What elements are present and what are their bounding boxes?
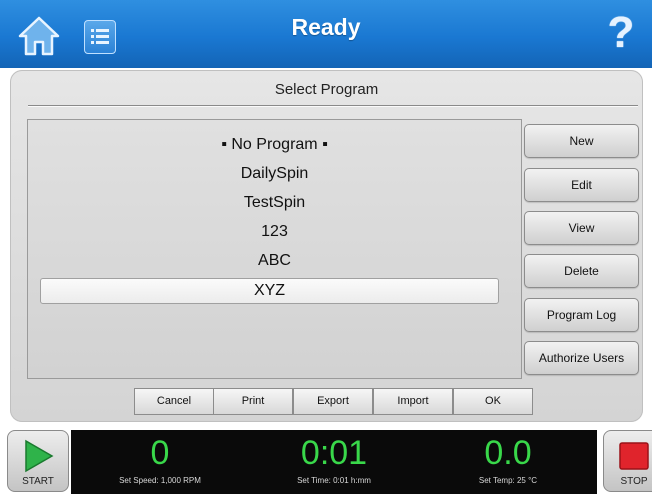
- start-label: START: [22, 476, 54, 487]
- stop-icon: [619, 442, 649, 470]
- edit-button[interactable]: Edit: [524, 168, 639, 202]
- page-title: Select Program: [274, 81, 379, 98]
- list-item-123[interactable]: 123: [28, 219, 521, 245]
- set-time-caption: Set Time: 0:01 h:mm: [297, 476, 371, 485]
- authorize-users-button[interactable]: Authorize Users: [524, 341, 639, 375]
- list-item-dailyspin[interactable]: DailySpin: [28, 161, 521, 187]
- list-item-xyz-selected[interactable]: XYZ: [40, 278, 499, 304]
- start-button[interactable]: START: [7, 430, 69, 492]
- temp-readout: 0.0: [484, 434, 532, 472]
- export-button[interactable]: Export: [293, 388, 373, 415]
- list-item-no-program[interactable]: ▪ No Program ▪: [28, 132, 521, 158]
- run-control-bar: START 0 Set Speed: 1,000 RPM 0:01 Set Ti…: [0, 424, 652, 496]
- set-temp-caption: Set Temp: 25 °C: [478, 476, 538, 485]
- list-item-testspin[interactable]: TestSpin: [28, 190, 521, 216]
- help-button[interactable]: ?: [606, 8, 636, 58]
- status-title: Ready: [291, 14, 361, 40]
- select-program-panel: Select Program ▪ No Program ▪ DailySpin …: [10, 70, 643, 422]
- play-icon: [25, 439, 54, 473]
- title-bar: Ready ?: [0, 0, 652, 68]
- print-button[interactable]: Print: [213, 388, 293, 415]
- ok-button[interactable]: OK: [453, 388, 533, 415]
- program-list[interactable]: ▪ No Program ▪ DailySpin TestSpin 123 AB…: [27, 119, 522, 379]
- new-button[interactable]: New: [524, 124, 639, 158]
- divider: [28, 105, 638, 106]
- list-item-abc[interactable]: ABC: [28, 248, 521, 274]
- view-button[interactable]: View: [524, 211, 639, 245]
- speed-readout: 0: [150, 434, 170, 472]
- time-readout: 0:01: [300, 434, 368, 472]
- cancel-button[interactable]: Cancel: [134, 388, 214, 415]
- readout-display: 0 Set Speed: 1,000 RPM 0:01 Set Time: 0:…: [71, 430, 597, 494]
- set-speed-caption: Set Speed: 1,000 RPM: [119, 476, 201, 485]
- stop-label: STOP: [620, 476, 648, 487]
- program-log-button[interactable]: Program Log: [524, 298, 639, 332]
- delete-button[interactable]: Delete: [524, 254, 639, 288]
- import-button[interactable]: Import: [373, 388, 453, 415]
- stop-button[interactable]: STOP: [603, 430, 652, 492]
